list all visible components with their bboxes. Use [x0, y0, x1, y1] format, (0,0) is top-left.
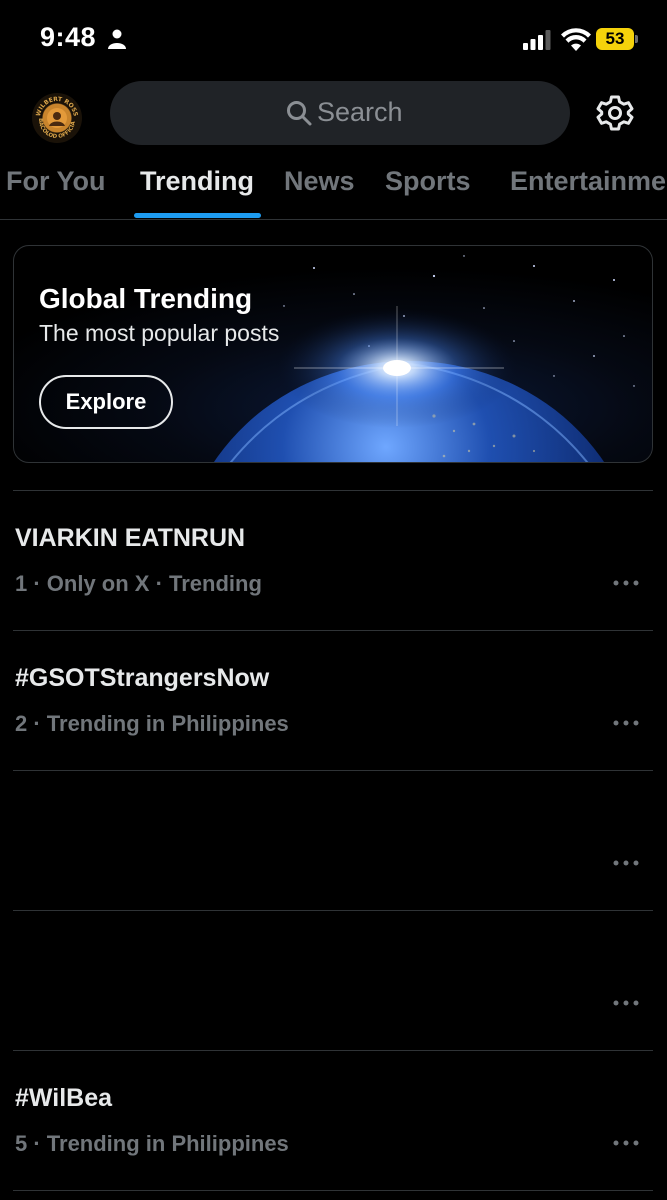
tab-trending[interactable]: Trending — [140, 166, 254, 197]
gear-icon[interactable] — [596, 94, 634, 132]
tab-bar: For You Trending News Sports Entertainme — [0, 150, 667, 220]
tab-sports[interactable]: Sports — [385, 166, 471, 197]
search-icon — [287, 101, 312, 126]
search-input[interactable]: Search — [110, 81, 570, 145]
trend-meta: 1 · Only on X · Trending — [15, 571, 262, 596]
tab-active-indicator — [134, 213, 261, 218]
earth-image — [214, 255, 635, 462]
divider — [13, 1190, 653, 1191]
explore-button[interactable]: Explore — [39, 375, 173, 429]
card-title: Global Trending — [39, 283, 253, 314]
tab-news[interactable]: News — [284, 166, 355, 197]
card-subtitle: The most popular posts — [39, 320, 280, 346]
divider — [13, 1050, 653, 1051]
more-icon[interactable] — [613, 579, 639, 587]
status-bar: 9:48 53 — [0, 0, 667, 80]
tab-for-you[interactable]: For You — [6, 166, 106, 197]
trend-name: #WilBea — [15, 1084, 113, 1112]
signal-icon — [523, 30, 551, 50]
person-icon — [108, 29, 126, 49]
status-time: 9:48 — [40, 22, 97, 52]
screen: 9:48 53 WILBERT ROSS BACOLOD OFFICIAL — [0, 0, 667, 1200]
battery-indicator: 53 — [596, 28, 634, 50]
tab-entertainment[interactable]: Entertainme — [510, 166, 666, 197]
more-icon[interactable] — [613, 1139, 639, 1147]
more-icon[interactable] — [613, 859, 639, 867]
divider — [13, 910, 653, 911]
avatar-logo: WILBERT ROSS BACOLOD OFFICIAL — [32, 93, 79, 140]
more-icon[interactable] — [613, 999, 639, 1007]
trend-meta: 2 · Trending in Philippines — [15, 711, 289, 736]
trend-name: VIARKIN EATNRUN — [15, 524, 246, 552]
divider — [13, 630, 653, 631]
global-trending-card[interactable]: Global Trending The most popular posts E… — [13, 245, 653, 463]
trend-meta: 5 · Trending in Philippines — [15, 1131, 289, 1156]
wifi-icon — [561, 28, 591, 51]
divider — [13, 490, 653, 491]
battery-tip — [635, 35, 638, 43]
search-placeholder: Search — [317, 97, 403, 127]
trend-name: #GSOTStrangersNow — [15, 664, 270, 692]
more-icon[interactable] — [613, 719, 639, 727]
divider — [13, 770, 653, 771]
avatar[interactable]: WILBERT ROSS BACOLOD OFFICIAL — [32, 93, 82, 143]
